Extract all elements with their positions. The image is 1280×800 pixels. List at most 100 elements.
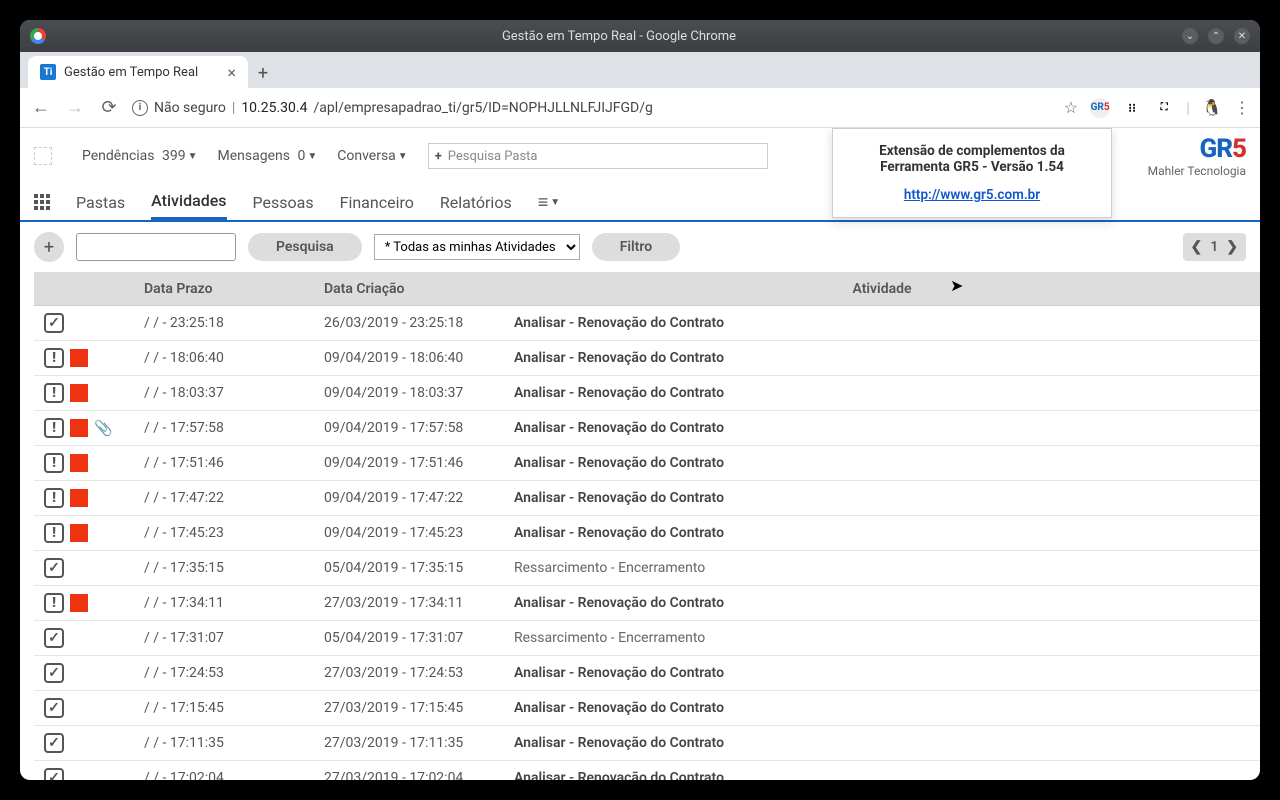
nav-pessoas[interactable]: Pessoas — [253, 184, 314, 220]
col-prazo[interactable]: Data Prazo — [134, 273, 314, 306]
pendencias-dropdown[interactable]: Pendências 399 ▼ — [82, 148, 198, 164]
mensagens-dropdown[interactable]: Mensagens 0 ▼ — [218, 148, 318, 164]
new-tab-button[interactable]: + — [248, 58, 278, 88]
cell-atividade: Analisar - Renovação do Contrato — [504, 516, 1260, 551]
col-criacao[interactable]: Data Criação — [314, 273, 504, 306]
alert-icon — [44, 523, 64, 543]
nav-pastas[interactable]: Pastas — [76, 184, 125, 220]
forward-button[interactable]: → — [64, 97, 86, 119]
cell-criacao: 27/03/2019 - 17:34:11 — [314, 586, 504, 621]
filtro-button[interactable]: Filtro — [592, 233, 680, 261]
priority-red-icon — [70, 594, 88, 612]
checkbox-icon — [44, 628, 64, 648]
cell-prazo: / / - 23:25:18 — [134, 306, 314, 341]
caret-down-icon: ▼ — [398, 151, 408, 162]
col-atividade[interactable]: Atividade — [504, 273, 1260, 306]
search-folder-input[interactable]: + Pesquisa Pasta — [428, 143, 768, 169]
cell-atividade: Analisar - Renovação do Contrato — [504, 376, 1260, 411]
maximize-button[interactable]: ⌃ — [1208, 28, 1224, 44]
gr5-extension-icon[interactable]: GR5 — [1090, 98, 1110, 118]
reload-button[interactable]: ⟳ — [98, 97, 120, 119]
priority-red-icon — [70, 454, 88, 472]
table-row[interactable]: / / - 17:35:1505/04/2019 - 17:35:15Ressa… — [34, 551, 1260, 586]
url-display[interactable]: i Não seguro | 10.25.30.4/apl/empresapad… — [132, 100, 1052, 116]
extension-icon-2[interactable]: ⁝⁝ — [1122, 98, 1142, 118]
chrome-menu-icon[interactable]: ⋮ — [1234, 98, 1250, 117]
cell-atividade: Ressarcimento - Encerramento — [504, 621, 1260, 656]
nav-atividades[interactable]: Atividades — [151, 184, 226, 220]
table-row[interactable]: / / - 17:51:4609/04/2019 - 17:51:46Anali… — [34, 446, 1260, 481]
close-tab-icon[interactable]: × — [227, 63, 236, 82]
cell-criacao: 27/03/2019 - 17:11:35 — [314, 726, 504, 761]
table-row[interactable]: / / - 17:34:1127/03/2019 - 17:34:11Anali… — [34, 586, 1260, 621]
cell-criacao: 05/04/2019 - 17:35:15 — [314, 551, 504, 586]
address-bar: ← → ⟳ i Não seguro | 10.25.30.4/apl/empr… — [20, 88, 1260, 128]
cell-prazo: / / - 18:03:37 — [134, 376, 314, 411]
bookmark-star-icon[interactable]: ☆ — [1064, 98, 1078, 117]
apps-grid-icon[interactable] — [34, 194, 50, 210]
cell-criacao: 09/04/2019 - 17:47:22 — [314, 481, 504, 516]
cell-prazo: / / - 17:34:11 — [134, 586, 314, 621]
table-row[interactable]: / / - 18:06:4009/04/2019 - 18:06:40Anali… — [34, 341, 1260, 376]
profile-avatar[interactable]: 🐧 — [1202, 98, 1222, 118]
popup-text: Extensão de complementos da Ferramenta G… — [849, 143, 1095, 175]
cell-criacao: 09/04/2019 - 17:57:58 — [314, 411, 504, 446]
table-row[interactable]: / / - 17:11:3527/03/2019 - 17:11:35Anali… — [34, 726, 1260, 761]
table-row[interactable]: / / - 17:45:2309/04/2019 - 17:45:23Anali… — [34, 516, 1260, 551]
table-row[interactable]: 📎/ / - 17:57:5809/04/2019 - 17:57:58Anal… — [34, 411, 1260, 446]
page-number: 1 — [1210, 239, 1218, 255]
cell-atividade: Analisar - Renovação do Contrato — [504, 481, 1260, 516]
priority-red-icon — [70, 489, 88, 507]
priority-red-icon — [70, 349, 88, 367]
browser-tab[interactable]: Ti Gestão em Tempo Real × — [28, 56, 248, 88]
extension-icon-3[interactable]: ⛶ — [1154, 98, 1174, 118]
nav-relatorios[interactable]: Relatórios — [440, 184, 512, 220]
table-row[interactable]: / / - 17:47:2209/04/2019 - 17:47:22Anali… — [34, 481, 1260, 516]
attachment-icon: 📎 — [94, 419, 113, 437]
cell-criacao: 09/04/2019 - 18:06:40 — [314, 341, 504, 376]
list-menu-dropdown[interactable]: ≡▼ — [538, 192, 560, 213]
table-row[interactable]: / / - 18:03:3709/04/2019 - 18:03:37Anali… — [34, 376, 1260, 411]
cell-criacao: 27/03/2019 - 17:02:04 — [314, 761, 504, 781]
popup-link[interactable]: http://www.gr5.com.br — [904, 187, 1040, 203]
cell-criacao: 26/03/2019 - 23:25:18 — [314, 306, 504, 341]
checkbox-icon — [44, 698, 64, 718]
chrome-icon — [30, 28, 46, 44]
conversa-dropdown[interactable]: Conversa ▼ — [337, 148, 407, 164]
next-page-icon[interactable]: ❯ — [1226, 239, 1238, 255]
back-button[interactable]: ← — [30, 97, 52, 119]
alert-icon — [44, 593, 64, 613]
cell-atividade: Analisar - Renovação do Contrato — [504, 691, 1260, 726]
activities-table-wrap[interactable]: Data Prazo Data Criação Atividade / / - … — [34, 272, 1260, 780]
prev-page-icon[interactable]: ❮ — [1191, 239, 1203, 255]
cell-prazo: / / - 17:02:04 — [134, 761, 314, 781]
minimize-button[interactable]: ⌄ — [1182, 28, 1198, 44]
checkbox-icon — [44, 558, 64, 578]
app-window: Gestão em Tempo Real - Google Chrome ⌄ ⌃… — [20, 20, 1260, 780]
nav-financeiro[interactable]: Financeiro — [340, 184, 414, 220]
table-row[interactable]: / / - 17:31:0705/04/2019 - 17:31:07Ressa… — [34, 621, 1260, 656]
cell-prazo: / / - 17:24:53 — [134, 656, 314, 691]
list-toolbar: + Pesquisa * Todas as minhas Atividades … — [20, 222, 1260, 272]
close-window-button[interactable]: ✕ — [1234, 28, 1250, 44]
cell-prazo: / / - 17:47:22 — [134, 481, 314, 516]
cell-prazo: / / - 17:57:58 — [134, 411, 314, 446]
checkbox-icon — [44, 663, 64, 683]
table-row[interactable]: / / - 23:25:1826/03/2019 - 23:25:18Anali… — [34, 306, 1260, 341]
table-row[interactable]: / / - 17:02:0427/03/2019 - 17:02:04Anali… — [34, 761, 1260, 781]
quick-search-input[interactable] — [76, 233, 236, 261]
table-row[interactable]: / / - 17:15:4527/03/2019 - 17:15:45Anali… — [34, 691, 1260, 726]
url-path: /apl/empresapadrao_ti/gr5/ID=NOPHJLLNLFJ… — [313, 100, 652, 116]
checkbox-icon — [44, 313, 64, 333]
window-title: Gestão em Tempo Real - Google Chrome — [56, 29, 1182, 44]
alert-icon — [44, 453, 64, 473]
caret-down-icon: ▼ — [307, 151, 317, 162]
pager: ❮ 1 ❯ — [1183, 233, 1246, 261]
cell-criacao: 27/03/2019 - 17:15:45 — [314, 691, 504, 726]
table-row[interactable]: / / - 17:24:5327/03/2019 - 17:24:53Anali… — [34, 656, 1260, 691]
pesquisa-button[interactable]: Pesquisa — [248, 233, 362, 261]
filter-select[interactable]: * Todas as minhas Atividades — [374, 234, 580, 260]
add-button[interactable]: + — [34, 232, 64, 262]
extension-popup: Extensão de complementos da Ferramenta G… — [832, 128, 1112, 218]
url-host: 10.25.30.4 — [241, 100, 307, 116]
